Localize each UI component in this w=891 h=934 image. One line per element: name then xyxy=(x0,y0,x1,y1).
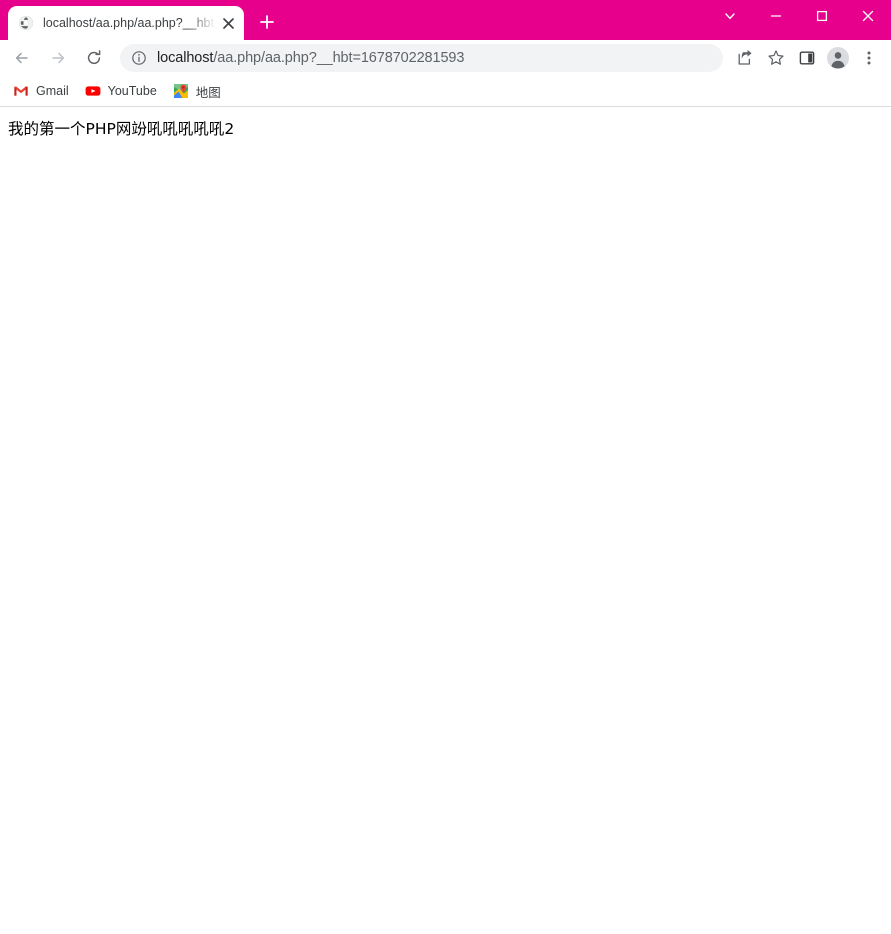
google-maps-icon xyxy=(173,83,189,99)
url-host: localhost xyxy=(157,50,214,66)
profile-avatar[interactable] xyxy=(824,44,852,72)
maximize-icon[interactable] xyxy=(799,0,845,32)
browser-toolbar: localhost/aa.php/aa.php?__hbt=1678702281… xyxy=(0,40,891,76)
bookmark-item-gmail[interactable]: Gmail xyxy=(9,79,77,103)
bookmark-label: Gmail xyxy=(36,84,69,98)
bookmark-star-icon[interactable] xyxy=(762,44,790,72)
tab-search-chevron-down-icon[interactable] xyxy=(707,0,753,32)
back-button[interactable] xyxy=(6,42,38,74)
url-text: localhost/aa.php/aa.php?__hbt=1678702281… xyxy=(157,50,464,66)
chrome-menu-icon[interactable] xyxy=(855,44,883,72)
side-panel-icon[interactable] xyxy=(793,44,821,72)
info-circle-icon[interactable] xyxy=(131,50,147,66)
globe-icon xyxy=(18,15,34,31)
bookmark-item-youtube[interactable]: YouTube xyxy=(81,79,165,103)
address-bar[interactable]: localhost/aa.php/aa.php?__hbt=1678702281… xyxy=(120,44,723,72)
share-icon[interactable] xyxy=(731,44,759,72)
window-controls xyxy=(707,0,891,32)
tab-close-icon[interactable] xyxy=(218,13,238,33)
close-icon[interactable] xyxy=(845,0,891,32)
bookmark-label: 地图 xyxy=(195,85,221,100)
bookmark-item-maps[interactable]: 地图 xyxy=(169,79,229,103)
tab-title: localhost/aa.php/aa.php?__hbt xyxy=(43,16,214,30)
bookmarks-bar: Gmail YouTube 地图 xyxy=(0,76,891,107)
browser-tab[interactable]: localhost/aa.php/aa.php?__hbt xyxy=(8,6,244,40)
minimize-icon[interactable] xyxy=(753,0,799,32)
page-viewport: 我的第一个PHP网竕吼吼吼吼吼2 xyxy=(0,107,891,933)
gmail-icon xyxy=(13,83,29,99)
forward-button[interactable] xyxy=(42,42,74,74)
reload-button[interactable] xyxy=(78,42,110,74)
bookmark-label: YouTube xyxy=(107,84,157,98)
youtube-icon xyxy=(85,83,101,99)
window-titlebar: localhost/aa.php/aa.php?__hbt xyxy=(0,0,891,40)
new-tab-button[interactable] xyxy=(252,7,282,37)
url-path: /aa.php/aa.php?__hbt=1678702281593 xyxy=(213,50,465,66)
page-body-text: 我的第一个PHP网竕吼吼吼吼吼2 xyxy=(8,120,235,138)
